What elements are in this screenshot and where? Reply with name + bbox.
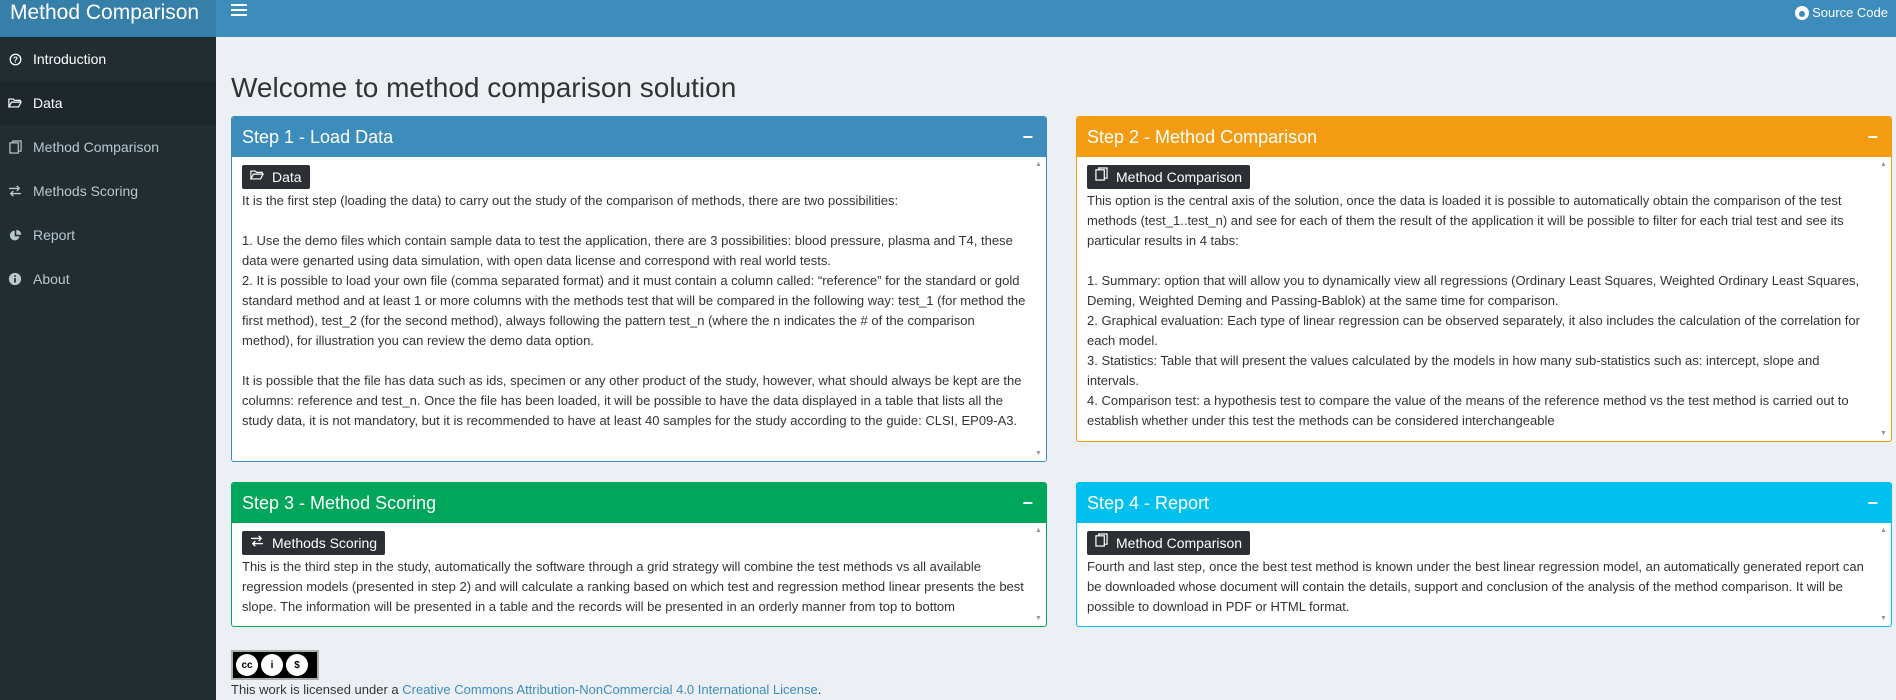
license-suffix: .: [817, 682, 822, 697]
step1-title: Step 1 - Load Data: [242, 127, 394, 147]
step2-header: Step 2 - Method Comparison −: [1077, 117, 1891, 157]
sidebar-item-label: Report: [33, 227, 76, 243]
app-brand[interactable]: Method Comparison: [0, 0, 216, 37]
step4-title: Step 4 - Report: [1087, 493, 1210, 513]
collapse-icon[interactable]: −: [1022, 117, 1033, 157]
methods-scoring-button-label: Methods Scoring: [272, 535, 378, 551]
step1-paragraph: 2. It is possible to load your own file …: [242, 273, 1026, 348]
collapse-icon[interactable]: −: [1867, 483, 1878, 523]
step4-body[interactable]: Method Comparison Fourth and last step, …: [1077, 523, 1891, 626]
top-navbar: Source Code: [216, 0, 1896, 37]
step3-body[interactable]: Methods Scoring This is the third step i…: [232, 523, 1046, 626]
step2-paragraph: 3. Statistics: Table that will present t…: [1087, 353, 1820, 388]
pie-chart-icon: [7, 227, 23, 243]
sidebar-item-label: About: [33, 271, 70, 287]
license-footer: cc i $ This work is licensed under a Cre…: [231, 650, 821, 697]
collapse-icon[interactable]: −: [1867, 117, 1878, 157]
step3-title: Step 3 - Method Scoring: [242, 493, 437, 513]
copy-icon: [1095, 533, 1108, 553]
sidebar-item-method-comparison[interactable]: Method Comparison: [0, 125, 216, 169]
sidebar-item-label: Data: [33, 95, 63, 111]
info-circle-icon: [7, 271, 23, 287]
scrollbar[interactable]: [1035, 161, 1044, 457]
report-method-comparison-button[interactable]: Method Comparison: [1087, 531, 1251, 555]
main-content: Welcome to method comparison solution St…: [216, 37, 1896, 700]
step3-box: Step 3 - Method Scoring − Methods Scorin…: [231, 482, 1047, 627]
license-prefix: This work is licensed under a: [231, 682, 403, 697]
collapse-icon[interactable]: −: [1022, 483, 1033, 523]
data-button-label: Data: [272, 169, 302, 185]
step1-header: Step 1 - Load Data −: [232, 117, 1046, 157]
step2-paragraph: 1. Summary: option that will allow you t…: [1087, 273, 1860, 308]
step2-title: Step 2 - Method Comparison: [1087, 127, 1318, 147]
step4-paragraph: Fourth and last step, once the best test…: [1087, 559, 1864, 614]
folder-open-icon: [7, 95, 23, 111]
cc-icon: cc: [236, 654, 258, 676]
step1-box: Step 1 - Load Data − Data It is the firs…: [231, 116, 1047, 462]
step2-paragraph: This option is the central axis of the s…: [1087, 193, 1844, 248]
step2-box: Step 2 - Method Comparison − Method Comp…: [1076, 116, 1892, 442]
step3-paragraph: This is the third step in the study, aut…: [242, 559, 1024, 614]
question-circle-icon: ?: [7, 51, 23, 67]
exchange-icon: [250, 533, 264, 553]
sidebar-item-report[interactable]: Report: [0, 213, 216, 257]
sidebar-toggle-icon[interactable]: [231, 4, 247, 18]
sidebar-item-label: Methods Scoring: [33, 183, 139, 199]
step1-body[interactable]: Data It is the first step (loading the d…: [232, 157, 1046, 461]
sidebar-item-label: Method Comparison: [33, 139, 160, 155]
sidebar-item-label: Introduction: [33, 51, 107, 67]
step2-paragraph: 2. Graphical evaluation: Each type of li…: [1087, 313, 1860, 348]
cc-license-badge[interactable]: cc i $: [231, 650, 319, 680]
sidebar-item-about[interactable]: About: [0, 257, 216, 301]
step1-paragraph: 1. Use the demo files which contain samp…: [242, 233, 1013, 268]
sidebar-item-methods-scoring[interactable]: Methods Scoring: [0, 169, 216, 213]
report-button-label: Method Comparison: [1116, 535, 1243, 551]
source-code-label: Source Code: [1812, 5, 1888, 20]
by-icon: i: [261, 654, 283, 676]
sidebar-item-data[interactable]: Data: [0, 81, 216, 125]
svg-text:?: ?: [13, 55, 18, 64]
sidebar-item-introduction[interactable]: ? Introduction: [0, 37, 216, 81]
exchange-icon: [7, 183, 23, 199]
scrollbar[interactable]: [1880, 527, 1889, 622]
sidebar: ? Introduction Data Method Comparison Me…: [0, 37, 216, 700]
scrollbar[interactable]: [1035, 527, 1044, 622]
methods-scoring-button[interactable]: Methods Scoring: [242, 531, 386, 555]
step1-paragraph: It is possible that the file has data su…: [242, 373, 1022, 428]
github-icon: [1795, 5, 1810, 20]
copy-icon: [1095, 167, 1108, 187]
copy-icon: [7, 139, 23, 155]
method-comparison-button-label: Method Comparison: [1116, 169, 1243, 185]
license-link[interactable]: Creative Commons Attribution-NonCommerci…: [402, 682, 817, 697]
step2-paragraph: 4. Comparison test: a hypothesis test to…: [1087, 393, 1849, 428]
method-comparison-button[interactable]: Method Comparison: [1087, 165, 1251, 189]
step4-header: Step 4 - Report −: [1077, 483, 1891, 523]
step2-body[interactable]: Method Comparison This option is the cen…: [1077, 157, 1891, 441]
source-code-link[interactable]: Source Code: [1795, 5, 1888, 20]
step4-box: Step 4 - Report − Method Comparison Four…: [1076, 482, 1892, 627]
nc-icon: $: [286, 654, 308, 676]
scrollbar[interactable]: [1880, 161, 1889, 437]
step1-paragraph: It is the first step (loading the data) …: [242, 193, 899, 208]
data-button[interactable]: Data: [242, 165, 310, 189]
step3-header: Step 3 - Method Scoring −: [232, 483, 1046, 523]
page-title: Welcome to method comparison solution: [231, 72, 737, 103]
folder-open-icon: [249, 167, 265, 187]
